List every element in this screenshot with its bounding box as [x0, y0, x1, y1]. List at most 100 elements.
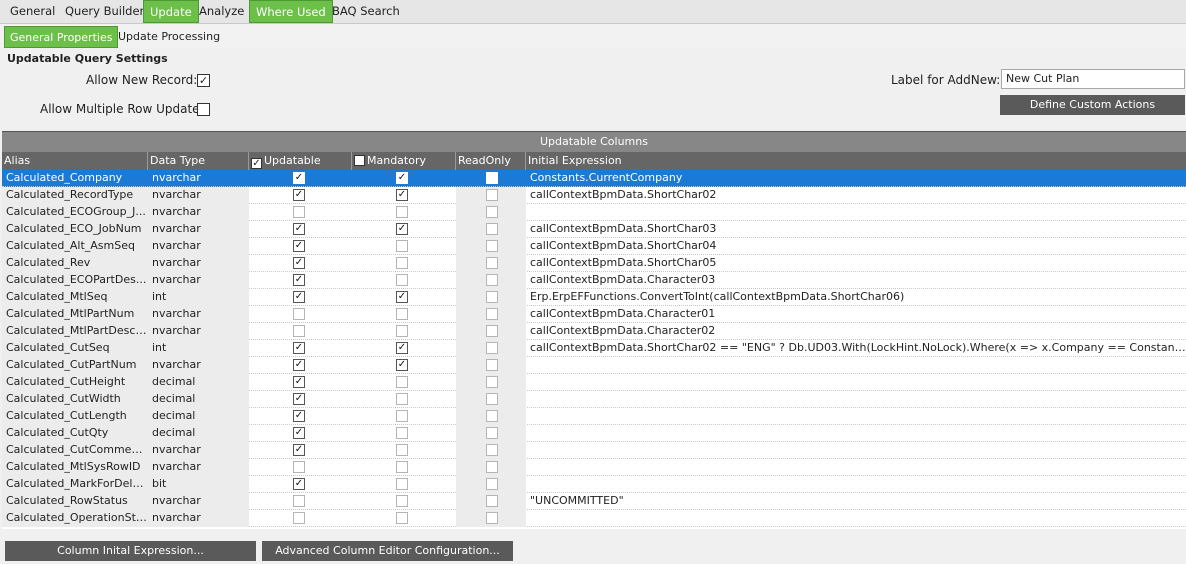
readonly-checkbox[interactable]	[486, 274, 498, 286]
updatable-checkbox[interactable]: ✓	[293, 240, 305, 252]
cell-data-type[interactable]: nvarchar	[148, 255, 249, 272]
header-alias[interactable]: Alias	[2, 152, 148, 170]
cell-readonly[interactable]	[456, 493, 526, 510]
mandatory-checkbox[interactable]	[396, 308, 408, 320]
updatable-checkbox[interactable]: ✓	[293, 172, 305, 184]
table-row[interactable]: Calculated_CutHeight decimal ✓	[2, 374, 1186, 391]
cell-alias[interactable]: Calculated_CutComments	[2, 442, 148, 459]
table-row[interactable]: Calculated_MtlSeq int ✓ ✓ Erp.ErpEFFunctions…	[2, 289, 1186, 306]
cell-readonly[interactable]	[456, 255, 526, 272]
cell-initial-expression[interactable]: callContextBpmData.Character03	[526, 272, 1186, 289]
cell-alias[interactable]: Calculated_ECOGroup_J...	[2, 204, 148, 221]
mandatory-checkbox[interactable]: ✓	[396, 342, 408, 354]
mandatory-checkbox[interactable]	[396, 427, 408, 439]
cell-data-type[interactable]: nvarchar	[148, 357, 249, 374]
header-initial-expression[interactable]: Initial Expression	[526, 152, 1186, 170]
table-row[interactable]: Calculated_CutWidth decimal ✓	[2, 391, 1186, 408]
cell-initial-expression[interactable]	[526, 442, 1186, 459]
table-row[interactable]: Calculated_CutQty decimal ✓	[2, 425, 1186, 442]
cell-readonly[interactable]	[456, 289, 526, 306]
cell-initial-expression[interactable]	[526, 459, 1186, 476]
cell-alias[interactable]: Calculated_CutPartNum	[2, 357, 148, 374]
header-updatable-checkbox[interactable]: ✓	[251, 158, 262, 169]
cell-mandatory[interactable]	[352, 476, 456, 493]
allow-multi-row-checkbox[interactable]	[197, 103, 210, 116]
updatable-checkbox[interactable]: ✓	[293, 342, 305, 354]
cell-updatable[interactable]	[249, 493, 352, 510]
cell-mandatory[interactable]	[352, 255, 456, 272]
cell-updatable[interactable]: ✓	[249, 442, 352, 459]
mandatory-checkbox[interactable]	[396, 410, 408, 422]
cell-updatable[interactable]: ✓	[249, 255, 352, 272]
cell-alias[interactable]: Calculated_RowStatus	[2, 493, 148, 510]
mandatory-checkbox[interactable]	[396, 478, 408, 490]
header-data-type[interactable]: Data Type	[148, 152, 249, 170]
cell-mandatory[interactable]	[352, 323, 456, 340]
updatable-checkbox[interactable]	[293, 206, 305, 218]
subtab-update-processing[interactable]: Update Processing	[113, 26, 225, 48]
cell-alias[interactable]: Calculated_CutWidth	[2, 391, 148, 408]
cell-updatable[interactable]: ✓	[249, 374, 352, 391]
table-row[interactable]: Calculated_ECO_JobNum nvarchar ✓ ✓ callConte…	[2, 221, 1186, 238]
mandatory-checkbox[interactable]: ✓	[396, 172, 408, 184]
cell-data-type[interactable]: nvarchar	[148, 306, 249, 323]
cell-readonly[interactable]	[456, 170, 526, 187]
cell-updatable[interactable]: ✓	[249, 272, 352, 289]
cell-data-type[interactable]: nvarchar	[148, 187, 249, 204]
cell-updatable[interactable]: ✓	[249, 425, 352, 442]
cell-alias[interactable]: Calculated_Alt_AsmSeq	[2, 238, 148, 255]
cell-updatable[interactable]: ✓	[249, 187, 352, 204]
cell-initial-expression[interactable]: Erp.ErpEFFunctions.ConvertToInt(callCont…	[526, 289, 1186, 306]
mandatory-checkbox[interactable]	[396, 444, 408, 456]
updatable-checkbox[interactable]	[293, 325, 305, 337]
mandatory-checkbox[interactable]	[396, 206, 408, 218]
cell-initial-expression[interactable]: callContextBpmData.ShortChar03	[526, 221, 1186, 238]
readonly-checkbox[interactable]	[486, 308, 498, 320]
cell-data-type[interactable]: int	[148, 340, 249, 357]
table-row[interactable]: Calculated_RecordType nvarchar ✓ ✓ callConte…	[2, 187, 1186, 204]
header-mandatory-checkbox[interactable]	[354, 155, 365, 166]
tab-update[interactable]: Update	[143, 0, 199, 23]
table-row[interactable]: Calculated_MtlPartNum nvarchar callContext…	[2, 306, 1186, 323]
cell-initial-expression[interactable]	[526, 204, 1186, 221]
header-mandatory[interactable]: Mandatory	[352, 152, 456, 170]
readonly-checkbox[interactable]	[486, 376, 498, 388]
mandatory-checkbox[interactable]	[396, 257, 408, 269]
table-row[interactable]: Calculated_ECOGroup_J... nvarchar	[2, 204, 1186, 221]
define-custom-actions-button[interactable]: Define Custom Actions	[1000, 95, 1185, 115]
cell-data-type[interactable]: nvarchar	[148, 323, 249, 340]
cell-mandatory[interactable]	[352, 459, 456, 476]
cell-initial-expression[interactable]	[526, 391, 1186, 408]
cell-readonly[interactable]	[456, 306, 526, 323]
cell-initial-expression[interactable]: callContextBpmData.ShortChar02 == "ENG" …	[526, 340, 1186, 357]
cell-mandatory[interactable]	[352, 391, 456, 408]
updatable-checkbox[interactable]: ✓	[293, 223, 305, 235]
table-row[interactable]: Calculated_CutComments nvarchar ✓	[2, 442, 1186, 459]
table-row[interactable]: Calculated_ECOPartDes... nvarchar ✓ callCon…	[2, 272, 1186, 289]
cell-data-type[interactable]: decimal	[148, 374, 249, 391]
mandatory-checkbox[interactable]	[396, 495, 408, 507]
cell-readonly[interactable]	[456, 272, 526, 289]
readonly-checkbox[interactable]	[486, 240, 498, 252]
mandatory-checkbox[interactable]: ✓	[396, 189, 408, 201]
cell-updatable[interactable]	[249, 459, 352, 476]
tab-analyze[interactable]: Analyze	[193, 0, 250, 23]
cell-initial-expression[interactable]	[526, 374, 1186, 391]
column-initial-expression-button[interactable]: Column Inital Expression...	[5, 541, 256, 561]
cell-data-type[interactable]: nvarchar	[148, 238, 249, 255]
header-updatable[interactable]: ✓ Updatable	[249, 152, 352, 170]
cell-data-type[interactable]: nvarchar	[148, 459, 249, 476]
cell-mandatory[interactable]	[352, 442, 456, 459]
tab-general[interactable]: General	[4, 0, 61, 23]
cell-data-type[interactable]: nvarchar	[148, 204, 249, 221]
cell-initial-expression[interactable]	[526, 357, 1186, 374]
updatable-checkbox[interactable]	[293, 495, 305, 507]
table-row[interactable]: Calculated_Rev nvarchar ✓ callContextBpmDat…	[2, 255, 1186, 272]
readonly-checkbox[interactable]	[486, 257, 498, 269]
mandatory-checkbox[interactable]	[396, 240, 408, 252]
cell-readonly[interactable]	[456, 340, 526, 357]
table-row[interactable]: Calculated_CutSeq int ✓ ✓ callContextBpmData…	[2, 340, 1186, 357]
table-row[interactable]: Calculated_MtlSysRowID nvarchar	[2, 459, 1186, 476]
table-row[interactable]: Calculated_RowStatus nvarchar "UNCOMMITTED…	[2, 493, 1186, 510]
cell-updatable[interactable]: ✓	[249, 340, 352, 357]
